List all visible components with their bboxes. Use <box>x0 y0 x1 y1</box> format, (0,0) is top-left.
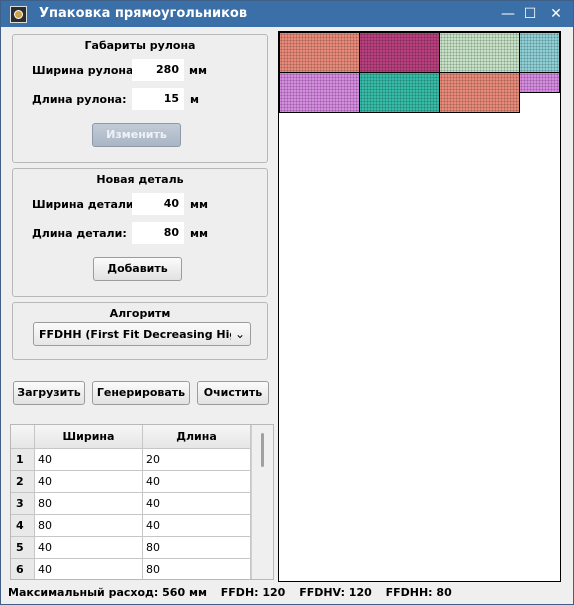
add-part-button[interactable]: Добавить <box>93 257 182 281</box>
column-header-width[interactable]: Ширина <box>35 425 143 449</box>
roll-length-field[interactable]: 15 <box>132 88 184 110</box>
cell-length[interactable]: 40 <box>143 515 251 537</box>
packed-rectangle <box>439 72 520 113</box>
part-length-unit: мм <box>190 227 208 240</box>
roll-width-field[interactable]: 280 <box>132 59 184 81</box>
status-ffdhh: FFDHH: 80 <box>385 586 452 599</box>
table-row[interactable]: 3 80 40 <box>11 493 251 515</box>
part-width-unit: мм <box>190 198 208 211</box>
cell-width[interactable]: 80 <box>35 493 143 515</box>
column-header-length[interactable]: Длина <box>143 425 251 449</box>
window-title: Упаковка прямоугольников <box>39 6 248 21</box>
status-ffdh: FFDH: 120 <box>220 586 286 599</box>
cell-length[interactable]: 40 <box>143 493 251 515</box>
part-width-field[interactable]: 40 <box>132 193 184 215</box>
part-length-field[interactable]: 80 <box>132 222 184 244</box>
table-corner <box>11 425 35 449</box>
status-max-usage: Максимальный расход: 560 мм <box>8 586 207 599</box>
packed-rectangle <box>359 32 440 73</box>
packed-rectangle <box>359 72 440 113</box>
table-row[interactable]: 2 40 40 <box>11 471 251 493</box>
row-number: 4 <box>11 515 35 537</box>
cell-width[interactable]: 40 <box>35 559 143 579</box>
cell-length[interactable]: 20 <box>143 449 251 471</box>
row-number: 2 <box>11 471 35 493</box>
row-number: 1 <box>11 449 35 471</box>
parts-table: Ширина Длина 1 40 20 2 40 40 3 80 40 4 80 40 5 40 80 6 4… <box>10 424 274 580</box>
algorithm-selected: FFDHH (First Fit Decreasing High Horizon… <box>39 328 231 341</box>
maximize-icon[interactable]: ☐ <box>521 5 539 23</box>
roll-width-unit: мм <box>189 64 207 77</box>
chevron-down-icon: ⌄ <box>234 327 245 341</box>
row-number: 5 <box>11 537 35 559</box>
app-icon <box>10 6 27 23</box>
algorithm-group-title: Алгоритм <box>109 307 171 320</box>
packed-rectangle <box>519 72 560 93</box>
load-button[interactable]: Загрузить <box>13 381 85 405</box>
roll-width-label: Ширина рулона: <box>32 64 138 77</box>
cell-length[interactable]: 80 <box>143 559 251 579</box>
packing-canvas <box>278 31 561 582</box>
part-length-label: Длина детали: <box>32 227 127 240</box>
title-bar[interactable]: Упаковка прямоугольников — ☐ ✕ <box>1 1 573 27</box>
packed-rectangle <box>279 32 360 73</box>
new-part-group: Новая деталь Ширина детали: 40 мм Длина … <box>12 168 268 297</box>
generate-button[interactable]: Генерировать <box>92 381 190 405</box>
packed-rectangle <box>279 72 360 113</box>
algorithm-select[interactable]: FFDHH (First Fit Decreasing High Horizon… <box>33 322 251 346</box>
roll-group-title: Габариты рулона <box>84 39 196 52</box>
part-group-title: Новая деталь <box>96 173 184 186</box>
cell-length[interactable]: 40 <box>143 471 251 493</box>
row-number: 6 <box>11 559 35 579</box>
scrollbar-thumb[interactable] <box>261 433 264 467</box>
cell-width[interactable]: 40 <box>35 449 143 471</box>
cell-width[interactable]: 40 <box>35 471 143 493</box>
roll-size-group: Габариты рулона Ширина рулона: 280 мм Дл… <box>12 34 268 163</box>
table-scrollbar[interactable] <box>251 425 273 579</box>
roll-length-unit: м <box>190 93 199 106</box>
row-number: 3 <box>11 493 35 515</box>
roll-length-label: Длина рулона: <box>32 93 127 106</box>
cell-width[interactable]: 40 <box>35 537 143 559</box>
status-ffdhv: FFDHV: 120 <box>299 586 372 599</box>
packed-rectangle <box>439 32 520 73</box>
minimize-icon[interactable]: — <box>499 5 517 23</box>
main-window: Упаковка прямоугольников — ☐ ✕ Габариты … <box>0 0 574 605</box>
table-row[interactable]: 6 40 80 <box>11 559 251 579</box>
change-roll-button[interactable]: Изменить <box>92 123 181 147</box>
table-row[interactable]: 4 80 40 <box>11 515 251 537</box>
table-row[interactable]: 5 40 80 <box>11 537 251 559</box>
clear-button[interactable]: Очистить <box>197 381 269 405</box>
part-width-label: Ширина детали: <box>32 198 139 211</box>
packed-rectangle <box>519 32 560 73</box>
table-row[interactable]: 1 40 20 <box>11 449 251 471</box>
cell-length[interactable]: 80 <box>143 537 251 559</box>
close-icon[interactable]: ✕ <box>547 5 565 23</box>
cell-width[interactable]: 80 <box>35 515 143 537</box>
status-bar: Максимальный расход: 560 мм FFDH: 120 FF… <box>8 586 462 599</box>
